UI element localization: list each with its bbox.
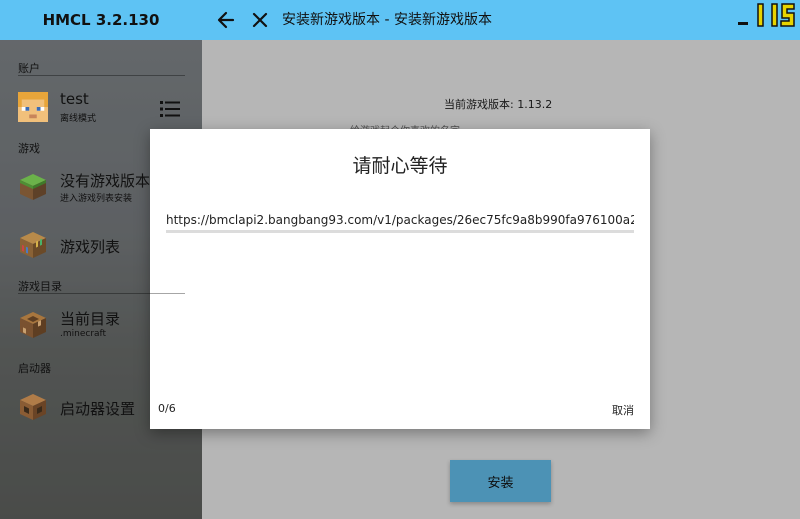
sidebar-item-label: 启动器设置 bbox=[60, 400, 136, 418]
section-game: 游戏 bbox=[18, 142, 40, 155]
section-game-dir: 游戏目录 bbox=[18, 280, 62, 293]
sidebar-item-sub: .minecraft bbox=[60, 329, 107, 339]
section-account: 账户 bbox=[18, 62, 40, 75]
window-controls[interactable] bbox=[736, 0, 800, 32]
progress-bar bbox=[166, 230, 634, 233]
cancel-button[interactable]: 取消 bbox=[612, 400, 634, 420]
divider bbox=[18, 293, 185, 294]
sidebar: 账户 test 离线模式 游戏 没有游戏版本 进入游戏列表安装 游戏列表 游戏目… bbox=[0, 40, 202, 519]
dialog-title: 请耐心等待 bbox=[352, 155, 448, 177]
sidebar-item-label: 当前目录 bbox=[60, 310, 121, 328]
app-title: HMCL 3.2.130 bbox=[42, 11, 160, 29]
account-menu-button[interactable] bbox=[158, 97, 182, 121]
close-page-button[interactable] bbox=[246, 6, 274, 34]
sidebar-item-label: 没有游戏版本 bbox=[60, 172, 151, 190]
grass-block-icon bbox=[20, 174, 46, 200]
sidebar-item-game-list[interactable]: 游戏列表 bbox=[14, 224, 194, 268]
title-bar: HMCL 3.2.130 安装新游戏版本 - 安装新游戏版本 bbox=[0, 0, 800, 40]
back-button[interactable] bbox=[212, 6, 240, 34]
sidebar-item-current-dir[interactable]: 当前目录 .minecraft bbox=[14, 304, 194, 348]
section-launcher: 启动器 bbox=[18, 362, 51, 375]
window-controls-icon bbox=[738, 3, 795, 27]
sidebar-item-sub: 进入游戏列表安装 bbox=[60, 194, 133, 204]
bookshelf-icon bbox=[20, 232, 46, 258]
page-title: 安装新游戏版本 - 安装新游戏版本 bbox=[282, 12, 492, 28]
account-mode: 离线模式 bbox=[60, 114, 97, 124]
account-name: test bbox=[60, 90, 89, 108]
sidebar-item-label: 游戏列表 bbox=[60, 238, 121, 256]
sidebar-item-launcher-settings[interactable]: 启动器设置 bbox=[14, 386, 194, 430]
sidebar-item-no-version[interactable]: 没有游戏版本 进入游戏列表安装 bbox=[14, 166, 194, 210]
list-icon bbox=[160, 101, 180, 117]
download-url: https://bmclapi2.bangbang93.com/v1/packa… bbox=[166, 213, 634, 227]
arrow-left-icon bbox=[217, 11, 235, 29]
crafting-table-icon bbox=[20, 312, 46, 338]
progress-dialog: 请耐心等待 https://bmclapi2.bangbang93.com/v1… bbox=[150, 129, 650, 429]
avatar bbox=[18, 92, 48, 122]
furnace-block-icon bbox=[20, 394, 46, 420]
close-icon bbox=[252, 12, 268, 28]
divider bbox=[18, 75, 185, 76]
